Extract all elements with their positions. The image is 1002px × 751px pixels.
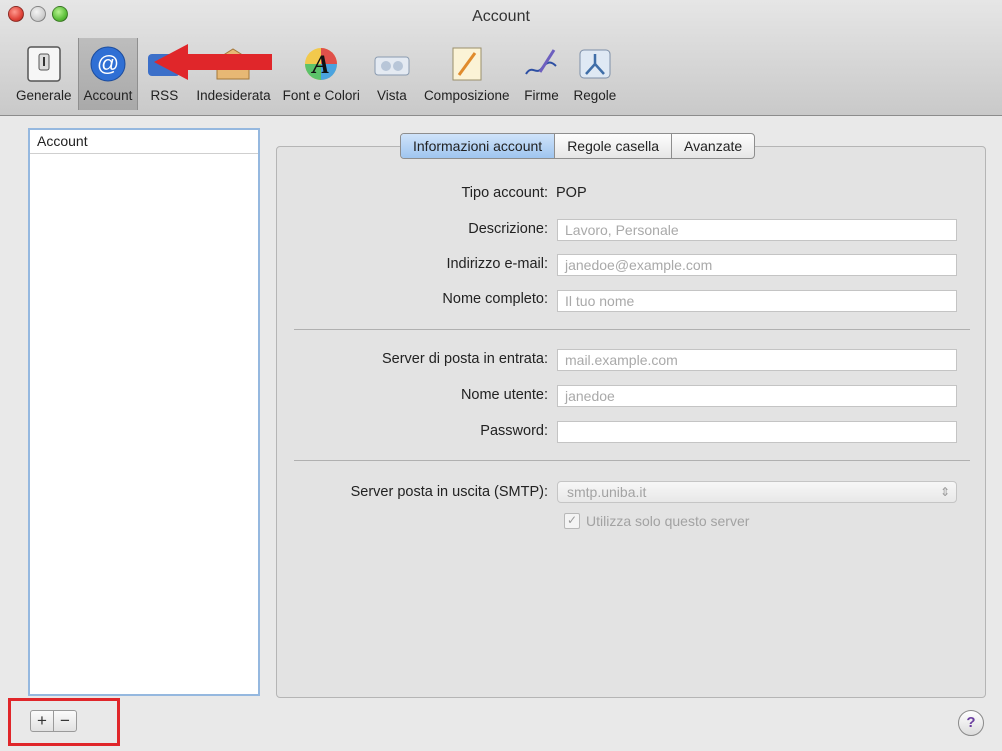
rules-icon bbox=[575, 44, 615, 84]
section-divider bbox=[294, 460, 970, 461]
username-label: Nome utente: bbox=[460, 387, 548, 403]
email-field[interactable]: janedoe@example.com bbox=[557, 254, 957, 276]
account-list-header: Account bbox=[30, 130, 258, 154]
window-chrome: Account Generale @ Account RSS Indesider… bbox=[0, 0, 1002, 116]
at-sign-icon: @ bbox=[88, 44, 128, 84]
toolbar-label: Regole bbox=[573, 88, 617, 103]
toolbar-label: Composizione bbox=[423, 88, 510, 103]
help-button[interactable]: ? bbox=[958, 710, 984, 736]
only-server-label: Utilizza solo questo server bbox=[586, 513, 750, 529]
smtp-server-label: Server posta in uscita (SMTP): bbox=[350, 484, 548, 500]
toolbar-label: Firme bbox=[524, 88, 559, 103]
fonts-colors-icon: A bbox=[301, 44, 341, 84]
svg-text:@: @ bbox=[97, 51, 119, 76]
account-type-value: POP bbox=[556, 185, 587, 201]
incoming-server-label: Server di posta in entrata: bbox=[381, 351, 548, 367]
only-server-checkbox[interactable]: ✓ bbox=[564, 513, 580, 529]
window-title: Account bbox=[472, 8, 530, 25]
switch-icon bbox=[24, 44, 64, 84]
tab-avanzate[interactable]: Avanzate bbox=[671, 134, 754, 158]
password-label: Password: bbox=[480, 423, 548, 439]
password-field[interactable] bbox=[557, 421, 957, 443]
toolbar-label: Generale bbox=[16, 88, 72, 103]
annotation-arrow bbox=[154, 44, 272, 80]
fullname-label: Nome completo: bbox=[442, 291, 548, 307]
toolbar-label: Vista bbox=[377, 88, 407, 103]
toolbar-label: RSS bbox=[150, 88, 179, 103]
toolbar-generale[interactable]: Generale bbox=[10, 38, 78, 110]
description-label: Descrizione: bbox=[468, 221, 548, 237]
toolbar-vista[interactable]: Vista bbox=[366, 38, 418, 110]
tab-regole-casella[interactable]: Regole casella bbox=[554, 134, 671, 158]
incoming-server-field[interactable]: mail.example.com bbox=[557, 349, 957, 371]
composing-pencil-icon bbox=[447, 44, 487, 84]
account-type-label: Tipo account: bbox=[461, 185, 548, 201]
fullname-field[interactable]: Il tuo nome bbox=[557, 290, 957, 312]
only-server-option[interactable]: ✓ Utilizza solo questo server bbox=[564, 513, 749, 529]
signature-pen-icon bbox=[521, 44, 561, 84]
email-label: Indirizzo e-mail: bbox=[446, 256, 548, 272]
account-list[interactable]: Account bbox=[28, 128, 260, 696]
smtp-server-select[interactable]: smtp.uniba.it ⇕ bbox=[557, 481, 957, 503]
preferences-toolbar: Generale @ Account RSS Indesiderata A Fo… bbox=[10, 38, 622, 110]
smtp-server-value: smtp.uniba.it bbox=[567, 484, 647, 500]
toolbar-regole[interactable]: Regole bbox=[567, 38, 622, 110]
viewing-icon bbox=[372, 44, 412, 84]
description-field[interactable]: Lavoro, Personale bbox=[557, 219, 957, 241]
username-field[interactable]: janedoe bbox=[557, 385, 957, 407]
tab-informazioni-account[interactable]: Informazioni account bbox=[401, 134, 555, 158]
toolbar-font-colori[interactable]: A Font e Colori bbox=[277, 38, 366, 110]
annotation-highlight-box bbox=[8, 698, 120, 746]
toolbar-account[interactable]: @ Account bbox=[77, 38, 139, 110]
toolbar-label: Font e Colori bbox=[282, 88, 360, 103]
account-tabs: Informazioni account Regole casella Avan… bbox=[400, 133, 756, 159]
popup-arrows-icon: ⇕ bbox=[939, 485, 950, 499]
toolbar-label: Account bbox=[83, 88, 133, 103]
toolbar-firme[interactable]: Firme bbox=[515, 38, 567, 110]
toolbar-label: Indesiderata bbox=[196, 88, 271, 103]
section-divider bbox=[294, 329, 970, 330]
svg-text:A: A bbox=[311, 50, 330, 79]
toolbar-composizione[interactable]: Composizione bbox=[418, 38, 516, 110]
